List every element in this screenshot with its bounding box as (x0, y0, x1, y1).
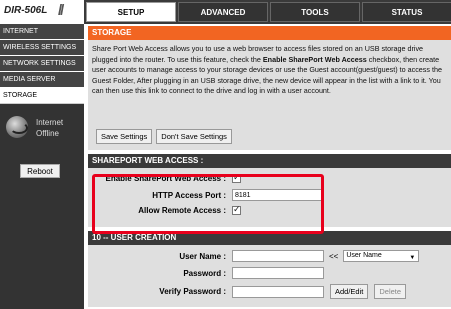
save-settings-button[interactable]: Save Settings (96, 129, 153, 144)
tab-tools[interactable]: TOOLS (270, 2, 360, 22)
tab-advanced[interactable]: ADVANCED (178, 2, 268, 22)
storage-title: STORAGE (88, 26, 451, 40)
sidebar-item-storage[interactable]: STORAGE (0, 88, 84, 104)
add-edit-button[interactable]: Add/Edit (330, 284, 369, 299)
verify-password-label: Verify Password : (159, 287, 226, 296)
reboot-button[interactable]: Reboot (20, 164, 60, 178)
username-input[interactable] (232, 250, 324, 262)
sidebar-item-internet[interactable]: INTERNET (0, 24, 84, 40)
user-creation-panel: 10 -- USER CREATION User Name : << User … (88, 231, 451, 307)
model-name: DIR-506L (4, 5, 48, 16)
password-row: Password : (88, 267, 451, 279)
password-label: Password : (183, 268, 226, 278)
user-select-value: User Name (346, 252, 382, 259)
globe-icon (6, 116, 28, 138)
logo-slashes: // (58, 2, 64, 19)
storage-panel: STORAGE Share Port Web Access allows you… (88, 26, 451, 150)
sidebar-item-network-settings[interactable]: NETWORK SETTINGS (0, 56, 84, 72)
delete-button[interactable]: Delete (374, 284, 407, 299)
highlight-box (92, 174, 324, 234)
tab-setup[interactable]: SETUP (86, 2, 176, 22)
sidebar-item-wireless-settings[interactable]: WIRELESS SETTINGS (0, 40, 84, 56)
storage-intro: Share Port Web Access allows you to use … (88, 40, 451, 97)
internet-status: Internet Offline (0, 112, 84, 146)
username-row: User Name : << User Name ▼ (88, 250, 451, 262)
verify-password-row: Verify Password : Add/Edit Delete (88, 284, 451, 299)
storage-actions: Save Settings Don't Save Settings (96, 129, 232, 144)
tab-status[interactable]: STATUS (362, 2, 451, 22)
model-badge: DIR-506L // (0, 0, 84, 24)
dropdown-arrow-icon: ▼ (409, 255, 416, 261)
username-label: User Name : (179, 251, 226, 261)
internet-status-label: Internet (36, 118, 64, 127)
verify-password-input[interactable] (232, 285, 324, 298)
dont-save-settings-button[interactable]: Don't Save Settings (156, 129, 232, 144)
top-bar: DIR-506L // SETUP ADVANCED TOOLS STATUS (0, 0, 451, 24)
shareport-title: SHAREPORT WEB ACCESS : (88, 154, 451, 168)
intro-text-bold: Enable SharePort Web Access (262, 54, 367, 64)
password-input[interactable] (232, 267, 324, 279)
main-content: STORAGE Share Port Web Access allows you… (84, 24, 451, 309)
internet-status-value: Offline (36, 129, 59, 138)
user-select[interactable]: User Name ▼ (343, 250, 420, 262)
copy-arrows: << (329, 251, 339, 261)
sidebar-item-media-server[interactable]: MEDIA SERVER (0, 72, 84, 88)
main-tabs: SETUP ADVANCED TOOLS STATUS (86, 2, 451, 22)
